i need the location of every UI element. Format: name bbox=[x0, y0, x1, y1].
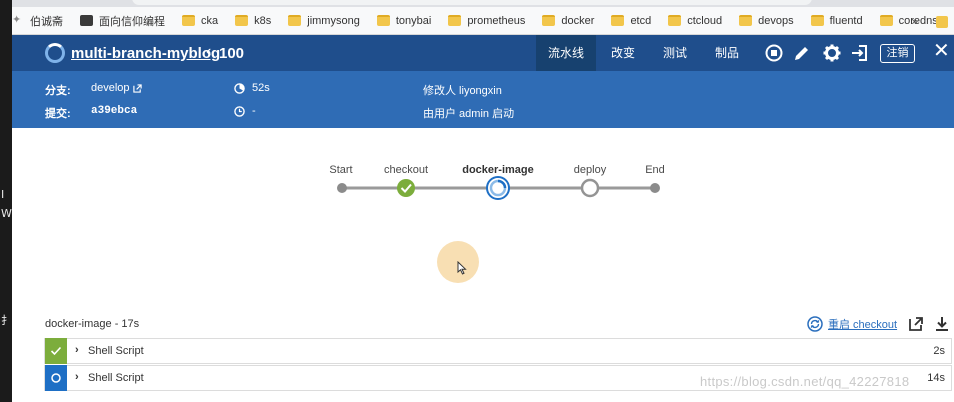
folder-icon bbox=[668, 15, 682, 26]
step-success-status bbox=[45, 338, 67, 364]
folder-icon bbox=[182, 15, 195, 26]
pipeline-svg bbox=[337, 176, 660, 200]
settings-gear-icon[interactable] bbox=[822, 43, 842, 63]
bookmark-folder-k8s[interactable]: k8s bbox=[235, 7, 271, 35]
blueocean-header: multi-branch-myblog ‹ 100 流水线 改变 测试 制品 注… bbox=[12, 35, 954, 71]
bookmark-folder-tonybai[interactable]: tonybai bbox=[376, 7, 431, 35]
stage-node-deploy[interactable] bbox=[580, 178, 600, 198]
tab-artifacts[interactable]: 制品 bbox=[704, 35, 750, 71]
screenshot-root: I W 扌 ✦ 伯诚斋 面向信仰编程 cka k8s jimmysong ton… bbox=[0, 0, 954, 402]
run-number: 100 bbox=[219, 45, 245, 62]
duration-icon bbox=[234, 83, 245, 94]
bookmarks-bar: ✦ 伯诚斋 面向信仰编程 cka k8s jimmysong tonybai p… bbox=[12, 7, 954, 35]
stage-steps-title: docker-image - 17s bbox=[45, 318, 140, 330]
stage-node-docker-image[interactable] bbox=[486, 176, 510, 200]
desktop-strip: I W 扌 bbox=[0, 0, 12, 402]
bookmark-folder-devops[interactable]: devops bbox=[739, 7, 794, 35]
chevron-left-icon: ‹ bbox=[206, 43, 212, 60]
bookmark-folder-cka[interactable]: cka bbox=[182, 7, 218, 35]
folder-icon bbox=[448, 15, 462, 26]
clock-icon bbox=[234, 106, 245, 117]
bookmark-folder-jimmysong[interactable]: jimmysong bbox=[288, 7, 360, 35]
running-circle-icon bbox=[51, 373, 61, 383]
pipeline-graph: Start checkout docker-image deploy End bbox=[12, 128, 954, 308]
edit-pencil-icon[interactable] bbox=[792, 43, 812, 63]
restart-stage-label: 重启 checkout bbox=[828, 319, 898, 331]
address-bar[interactable] bbox=[132, 0, 812, 5]
open-log-external-icon[interactable] bbox=[908, 316, 924, 332]
branch-value[interactable]: develop bbox=[91, 82, 130, 94]
step-row[interactable]: › Shell Script 2s bbox=[44, 338, 952, 364]
bookmark-star-icon: ✦ bbox=[12, 14, 22, 26]
tab-changes[interactable]: 改变 bbox=[600, 35, 646, 71]
folder-icon bbox=[288, 15, 302, 26]
duration-value: 52s bbox=[252, 82, 270, 94]
restart-icon bbox=[807, 316, 823, 332]
started-by: 由用户 admin 启动 bbox=[423, 108, 515, 120]
close-icon[interactable]: ✕ bbox=[933, 41, 950, 61]
tab-pipeline[interactable]: 流水线 bbox=[536, 35, 596, 71]
folder-icon bbox=[235, 15, 249, 26]
tab-tests[interactable]: 测试 bbox=[652, 35, 698, 71]
logout-button[interactable]: 注销 bbox=[880, 44, 915, 63]
stage-node-end bbox=[650, 183, 660, 193]
branch-label: 分支: bbox=[45, 85, 71, 97]
step-name: Shell Script bbox=[88, 372, 144, 384]
bookmark-faith-programming[interactable]: 面向信仰编程 bbox=[80, 7, 165, 35]
folder-icon[interactable] bbox=[936, 16, 948, 28]
watermark-text: https://blog.csdn.net/qq_42227818 bbox=[700, 374, 910, 389]
chevron-right-icon: › bbox=[75, 371, 79, 383]
bookmark-folder-fluentd[interactable]: fluentd bbox=[810, 7, 863, 35]
bookmark-folder-coredns[interactable]: coredns bbox=[879, 7, 938, 35]
folder-icon bbox=[810, 15, 824, 26]
bookmark-folder-prometheus[interactable]: prometheus bbox=[448, 7, 525, 35]
restart-stage-button[interactable]: 重启 checkout bbox=[807, 315, 897, 333]
folder-icon bbox=[739, 15, 753, 26]
download-log-icon[interactable] bbox=[934, 316, 950, 332]
commit-hash[interactable]: a39ebca bbox=[91, 105, 137, 117]
external-link-icon[interactable] bbox=[133, 84, 142, 93]
bookmark-folder-etcd[interactable]: etcd bbox=[611, 7, 651, 35]
step-running-status bbox=[45, 365, 67, 391]
run-summary: 分支: develop 提交: a39ebca 52s - 修改人 liyong… bbox=[12, 71, 954, 128]
bookmark-folder-docker[interactable]: docker bbox=[542, 7, 594, 35]
bookmarks-overflow-button[interactable]: » bbox=[911, 14, 918, 28]
running-status-icon bbox=[45, 43, 65, 63]
folder-icon bbox=[879, 15, 893, 26]
step-duration: 14s bbox=[927, 372, 945, 384]
commit-label: 提交: bbox=[45, 108, 71, 120]
folder-icon bbox=[542, 15, 556, 26]
changed-by: 修改人 liyongxin bbox=[423, 85, 502, 97]
folder-icon bbox=[376, 15, 390, 26]
bookmark-bocheng[interactable]: ✦ 伯诚斋 bbox=[12, 7, 63, 35]
exit-classic-icon[interactable] bbox=[850, 43, 870, 63]
stop-icon[interactable] bbox=[764, 43, 784, 63]
folder-icon bbox=[611, 15, 625, 26]
bookmark-folder-ctcloud[interactable]: ctcloud bbox=[668, 7, 722, 35]
stage-node-checkout[interactable] bbox=[397, 179, 415, 197]
stage-node-start bbox=[337, 183, 347, 193]
step-name: Shell Script bbox=[88, 345, 144, 357]
time-value: - bbox=[252, 105, 256, 117]
check-icon bbox=[50, 346, 62, 356]
job-name-link[interactable]: multi-branch-myblog bbox=[71, 45, 220, 62]
bookmark-site-icon bbox=[80, 15, 93, 26]
mouse-pointer-icon bbox=[457, 261, 467, 275]
chevron-right-icon: › bbox=[75, 344, 79, 356]
step-duration: 2s bbox=[933, 345, 945, 357]
